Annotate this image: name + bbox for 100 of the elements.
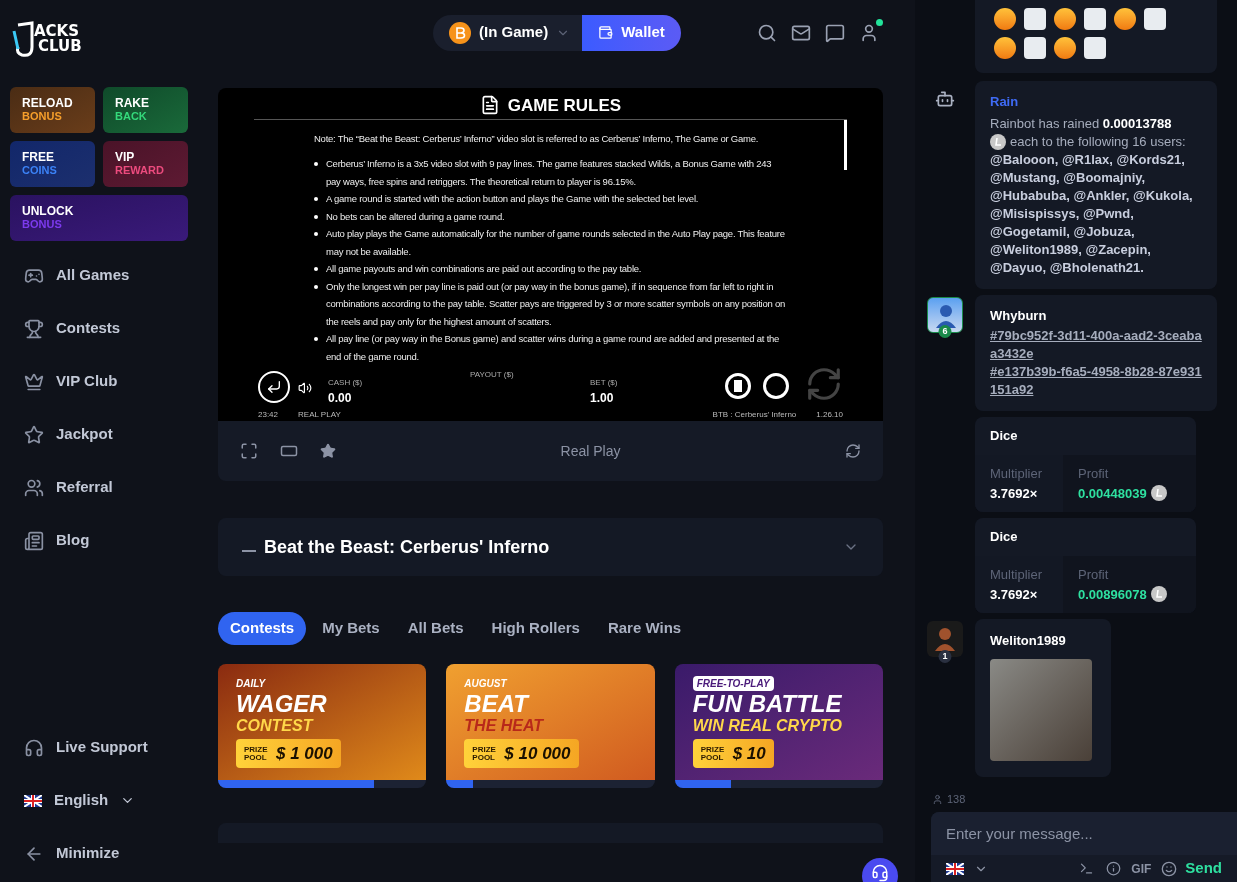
sound-icon[interactable] bbox=[298, 381, 312, 395]
nav-item[interactable]: All Games bbox=[0, 249, 218, 302]
back-button[interactable] bbox=[258, 371, 290, 403]
promo-tile[interactable]: RELOAD BONUS bbox=[10, 87, 95, 133]
rules-item: No bets can be altered during a game round. bbox=[326, 209, 505, 224]
minimize-button[interactable]: Minimize bbox=[0, 827, 218, 880]
language-select[interactable]: English bbox=[0, 774, 218, 827]
profit-label: Profit bbox=[1078, 465, 1110, 483]
logo-icon bbox=[12, 18, 34, 59]
multiplier-value: 3.7692× bbox=[990, 585, 1039, 604]
bet-link[interactable]: #e137b39b-f6a5-4958-8b28-87e931151a92 bbox=[990, 363, 1202, 399]
clock-text: 23:42 bbox=[258, 409, 279, 421]
contest-banner[interactable]: AUGUST BEAT THE HEAT PRIZE POOL $ 10 000 bbox=[446, 664, 655, 780]
rules-title: GAME RULES bbox=[507, 94, 622, 117]
payout-label: PAYOUT ($) bbox=[470, 369, 515, 381]
nav-item[interactable]: VIP Club bbox=[0, 355, 218, 408]
promo-tile[interactable]: VIP REWARD bbox=[103, 141, 188, 187]
nav-item[interactable]: Jackpot bbox=[0, 408, 218, 461]
balance-selector[interactable]: (In Game) bbox=[433, 14, 583, 51]
refresh-icon[interactable] bbox=[845, 443, 861, 459]
rain-info-text: each to the following 16 users: bbox=[1010, 133, 1186, 151]
bullet-icon bbox=[314, 197, 318, 201]
emoji-icon[interactable] bbox=[1161, 860, 1178, 877]
profit-label: Profit bbox=[1078, 566, 1110, 584]
headphones-icon bbox=[24, 737, 44, 758]
user-icon bbox=[932, 793, 943, 805]
nav-item[interactable]: Contests bbox=[0, 302, 218, 355]
contest-tag: FREE-TO-PLAY bbox=[692, 675, 774, 691]
litecoin-icon bbox=[1150, 586, 1167, 603]
contest-title: FUN BATTLE bbox=[692, 691, 843, 716]
wallet-button[interactable]: Wallet bbox=[582, 14, 681, 51]
rules-item: Cerberus’ Inferno is a 3x5 video slot with 9 pay lines. The game features stacked Wilds, a Bonus Game with 243 pay ways, free spins and retriggers. The theoretical return to player is 96.15%. bbox=[326, 157, 773, 189]
crown-icon bbox=[24, 371, 44, 392]
bet-game-name: Dice bbox=[989, 528, 1019, 547]
version-text: 1.26.10 bbox=[816, 409, 843, 421]
tab[interactable]: My Bets bbox=[310, 612, 392, 645]
terminal-icon[interactable] bbox=[1079, 861, 1095, 876]
trophy-icon bbox=[24, 318, 44, 339]
username: Whyburn bbox=[990, 307, 1048, 325]
tab[interactable]: All Bets bbox=[395, 612, 476, 645]
profit-value: 0.00896078 bbox=[1078, 585, 1147, 604]
robot-icon bbox=[935, 89, 955, 109]
nav-item[interactable]: Blog bbox=[0, 514, 218, 567]
game-title-bar[interactable]: Beat the Beast: Cerberus' Inferno bbox=[218, 518, 883, 576]
rain-users-text: @Balooon, @R1lax, @Kords21, @Mustang, @Boomajniy, @Hubabuba, @Ankler, @Kukola, @Misispissys, @Pwnd, @Gogetamil, @Jobuza, @Weliton1989, @Zacepin, @Dayuo, @Bholenath21. bbox=[990, 151, 1194, 277]
nav-item[interactable]: Referral bbox=[0, 461, 218, 514]
litecoin-icon bbox=[990, 134, 1006, 150]
contest-banner[interactable]: DAILY WAGER CONTEST PRIZE POOL $ 1 000 bbox=[218, 664, 427, 780]
promo-tile[interactable]: UNLOCK BONUS bbox=[10, 195, 188, 241]
rules-item: Only the longest win per pay line is paid out (or pay way in the bonus game), if in sequence from far left to right in combinations according to the pay table. Scatter pays are triggered by 3 or more scatter symbols on any position on the reels and pay only for the highest amount of scatters. bbox=[326, 279, 787, 329]
prize-label: PRIZE POOL bbox=[700, 745, 726, 762]
newspaper-icon bbox=[24, 530, 44, 551]
bet-link[interactable]: #79bc952f-3d11-400a-aad2-3ceabaa3432e bbox=[990, 327, 1202, 363]
play-mode-text: Real Play bbox=[560, 441, 621, 461]
live-support-link[interactable]: Live Support bbox=[0, 721, 218, 774]
tab[interactable]: Rare Wins bbox=[595, 612, 694, 645]
rules-item: Auto play plays the Game automatically for the number of game rounds selected in the Auto Play page. This feature may not be available. bbox=[326, 227, 786, 259]
level-badge: 1 bbox=[938, 650, 952, 663]
contest-tag: AUGUST bbox=[464, 675, 655, 691]
tab[interactable]: High Rollers bbox=[479, 612, 592, 645]
cash-value: 0.00 bbox=[328, 390, 353, 407]
users-icon bbox=[24, 477, 44, 498]
promo-tile[interactable]: RAKE BACK bbox=[103, 87, 188, 133]
level-badge: 6 bbox=[938, 325, 952, 338]
contest-tag: DAILY bbox=[236, 675, 427, 691]
contest-title: BEAT bbox=[464, 691, 531, 716]
star-icon bbox=[24, 424, 44, 445]
contest-subtitle: WIN REAL CRYPTO bbox=[692, 716, 843, 734]
return-arrow-icon bbox=[266, 379, 282, 395]
contest-subtitle: CONTEST bbox=[236, 716, 315, 734]
bullet-icon bbox=[314, 284, 318, 289]
prize-amount: $ 1 000 bbox=[276, 742, 333, 765]
prize-amount: $ 10 bbox=[732, 742, 766, 765]
flag-icon bbox=[24, 794, 42, 807]
game-id-text: BTB : Cerberus’ Inferno bbox=[712, 409, 797, 421]
tab[interactable]: Contests bbox=[218, 612, 307, 645]
logo-text: CLUB bbox=[37, 38, 82, 54]
multiplier-value: 3.7692× bbox=[990, 484, 1039, 503]
search-icon[interactable] bbox=[757, 22, 777, 43]
fullscreen-icon[interactable] bbox=[240, 442, 258, 460]
rules-item: All pay line (or pay way in the Bonus game) and scatter wins during a game round are added and presented at the end of the game round. bbox=[326, 332, 781, 364]
autoplay-icon[interactable] bbox=[763, 373, 789, 399]
flag-icon[interactable] bbox=[946, 862, 964, 875]
promo-tile[interactable]: FREE COINS bbox=[10, 141, 95, 187]
info-icon[interactable] bbox=[1106, 861, 1122, 876]
mode-text: REAL PLAY bbox=[298, 409, 341, 421]
profit-value: 0.00448039 bbox=[1078, 484, 1147, 503]
scrollbar-thumb bbox=[844, 119, 847, 170]
rules-item: All game payouts and win combinations are paid out according to the pay table. bbox=[326, 262, 642, 276]
message-input[interactable]: Enter your message... bbox=[931, 812, 1237, 855]
multiplier-label: Multiplier bbox=[990, 566, 1043, 584]
username: Weliton1989 bbox=[990, 632, 1067, 650]
send-button[interactable]: Send bbox=[1185, 857, 1222, 880]
logo-text: ACKS bbox=[34, 23, 80, 39]
bullet-icon bbox=[314, 232, 318, 236]
gif-button[interactable]: GIF bbox=[1131, 859, 1152, 878]
contest-banner[interactable]: FREE-TO-PLAY FUN BATTLE WIN REAL CRYPTO PRIZE POOL $ 10 bbox=[674, 664, 883, 780]
chip-icon[interactable] bbox=[725, 373, 751, 399]
star-icon[interactable] bbox=[320, 443, 336, 459]
chat-icon[interactable] bbox=[825, 22, 845, 43]
